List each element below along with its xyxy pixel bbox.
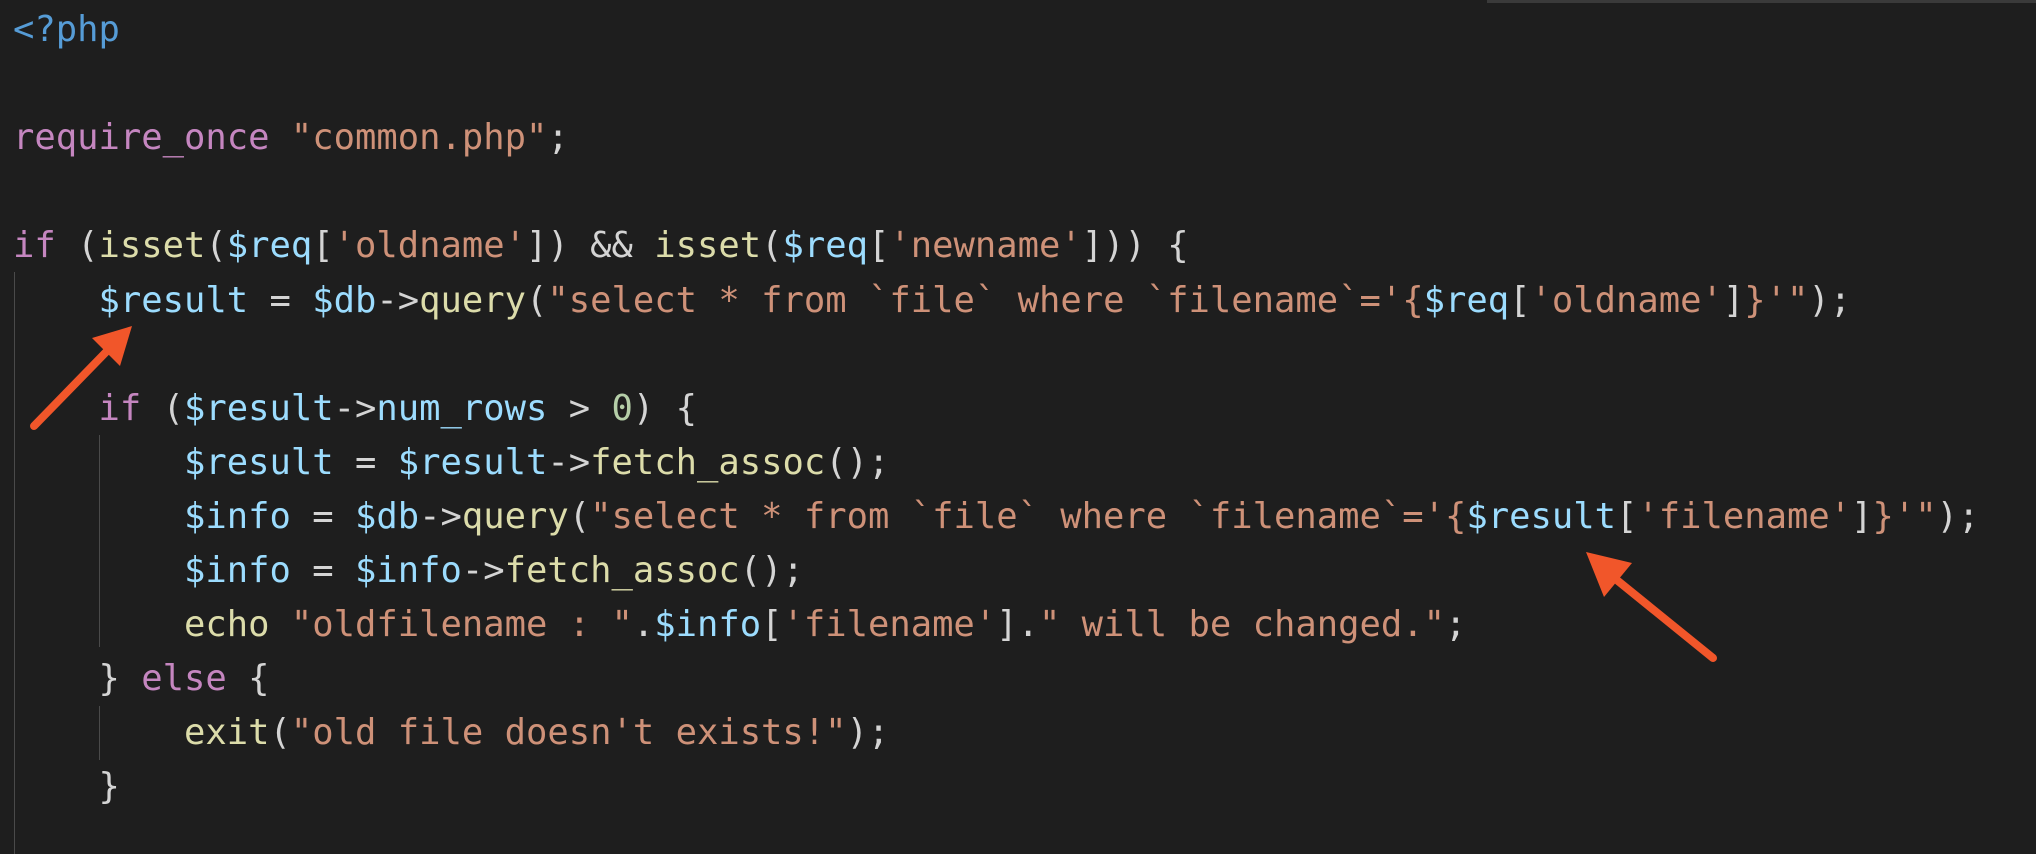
code-editor[interactable]: <?php require_once "common.php"; if (isset…	[0, 0, 2036, 854]
arrow-icon	[1586, 552, 1717, 662]
arrow-icon	[30, 326, 132, 430]
annotation-arrows	[30, 326, 1717, 662]
